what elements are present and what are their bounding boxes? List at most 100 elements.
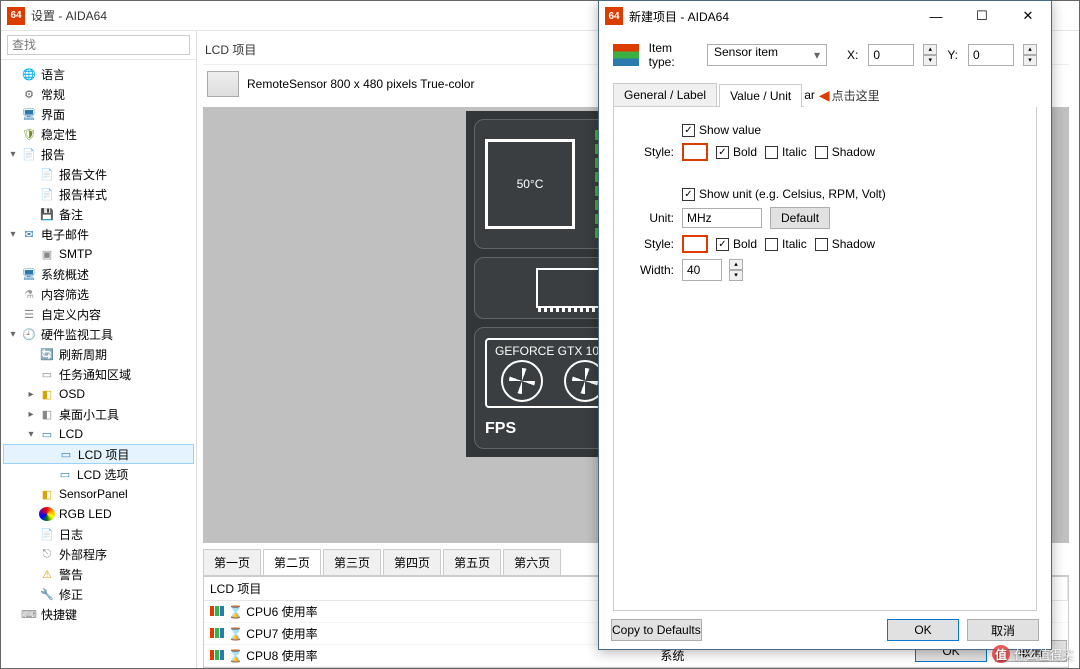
tree-label: SMTP [59,247,92,261]
tree-icon: ⚗ [21,287,37,301]
x-input[interactable] [868,44,914,66]
dialog-cancel-button[interactable]: 取消 [967,619,1039,641]
value-color-swatch[interactable] [682,143,708,161]
page-tab[interactable]: 第六页 [503,549,561,575]
tree-item[interactable]: ☰自定义内容 [3,304,194,324]
tree-label: 硬件监视工具 [41,326,113,343]
default-button[interactable]: Default [770,207,830,229]
tree-item[interactable]: ⚗ 内容筛选 [3,284,194,304]
tree-item[interactable]: ▾✉电子邮件 [3,224,194,244]
copy-defaults-button[interactable]: Copy to Defaults [611,619,702,641]
arrow-icon: ◀ [819,87,830,104]
tree-item[interactable]: 🌐语言 [3,64,194,84]
item-type-select[interactable]: Sensor item [707,44,827,66]
page-tab[interactable]: 第五页 [443,549,501,575]
tree-icon: 📄 [21,147,37,161]
width-input[interactable] [682,259,722,281]
y-spinner[interactable]: ▴▾ [1023,44,1037,66]
tree-icon: ▭ [39,427,55,441]
tree-icon [39,507,55,521]
tree-item[interactable]: 📄报告样式 [3,184,194,204]
page-tab[interactable]: 第一页 [203,549,261,575]
tree-item[interactable]: 🖥界面 [3,104,194,124]
show-unit-checkbox[interactable]: ✓Show unit (e.g. Celsius, RPM, Volt) [682,187,886,201]
tree-item[interactable]: ⚙常规 [3,84,194,104]
unit-input[interactable] [682,208,762,228]
tree-label: 报告 [41,146,65,163]
x-spinner[interactable]: ▴▾ [923,44,937,66]
tree-icon: ▣ [39,247,55,261]
sidebar: 🌐语言⚙常规🖥界面🛡稳定性▾📄报告📄报告文件📄报告样式💾备注▾✉电子邮件▣SMT… [1,31,197,668]
tree-item[interactable]: ⎋外部程序 [3,544,194,564]
tree-icon: ▭ [57,467,73,481]
tree-item[interactable]: ▭LCD 项目 [3,444,194,464]
tree-icon: 📄 [39,187,55,201]
y-input[interactable] [968,44,1014,66]
tree-icon: 🕘 [21,327,37,341]
tree-item[interactable]: ▭ LCD 选项 [3,464,194,484]
search-input[interactable] [7,35,190,55]
dialog-titlebar: 64 新建项目 - AIDA64 — ☐ ✕ [599,1,1051,31]
show-value-checkbox[interactable]: ✓Show value [682,123,761,137]
tree-icon: ⎋ [39,547,55,561]
page-tab[interactable]: 第四页 [383,549,441,575]
maximize-button[interactable]: ☐ [959,1,1005,31]
tree-icon: 🛡 [21,127,37,141]
dialog-tab[interactable]: Value / Unit [719,84,802,107]
tree-item[interactable]: 💾备注 [3,204,194,224]
page-tab[interactable]: 第三页 [323,549,381,575]
app-icon: 64 [605,7,623,25]
tree-icon: ✉ [21,227,37,241]
tree-item[interactable]: ⌨快捷键 [3,604,194,624]
tree-icon: ◧ [39,407,55,421]
tree-item[interactable]: ▾🕘硬件监视工具 [3,324,194,344]
unit-italic-checkbox[interactable]: Italic [765,237,807,251]
unit-bold-checkbox[interactable]: ✓Bold [716,237,757,251]
tree-icon: ◧ [39,487,55,501]
tree-label: 警告 [59,566,83,583]
tree-item[interactable]: 🔄刷新周期 [3,344,194,364]
tree-item[interactable]: ▾📄报告 [3,144,194,164]
tree-label: 任务通知区域 [59,366,131,383]
close-button[interactable]: ✕ [1005,1,1051,31]
tree-item[interactable]: ▸◧桌面小工具 [3,404,194,424]
tree-label: LCD 项目 [78,446,129,463]
settings-tree[interactable]: 🌐语言⚙常规🖥界面🛡稳定性▾📄报告📄报告文件📄报告样式💾备注▾✉电子邮件▣SMT… [1,60,196,668]
tree-label: 语言 [41,66,65,83]
tree-item[interactable]: 🖥系统概述 [3,264,194,284]
tree-item[interactable]: ▸◧OSD [3,384,194,404]
tree-label: 内容筛选 [41,286,89,303]
tree-item[interactable]: ⚠警告 [3,564,194,584]
unit-shadow-checkbox[interactable]: Shadow [815,237,875,251]
tree-item[interactable]: 🛡稳定性 [3,124,194,144]
tree-label: 电子邮件 [41,226,89,243]
tree-item[interactable]: RGB LED [3,504,194,524]
value-shadow-checkbox[interactable]: Shadow [815,145,875,159]
table-header[interactable]: LCD 项目 [204,577,654,601]
unit-color-swatch[interactable] [682,235,708,253]
tree-icon: ⌨ [21,607,37,621]
tree-icon: 💾 [39,207,55,221]
tree-item[interactable]: 🔧修正 [3,584,194,604]
tree-item[interactable]: ▣ SMTP [3,244,194,264]
new-item-dialog: 64 新建项目 - AIDA64 — ☐ ✕ Item type: Sensor… [598,0,1052,650]
value-bold-checkbox[interactable]: ✓Bold [716,145,757,159]
tree-item[interactable]: 📄报告文件 [3,164,194,184]
page-tab[interactable]: 第二页 [263,549,321,575]
tree-label: 系统概述 [41,266,89,283]
value-italic-checkbox[interactable]: Italic [765,145,807,159]
value-unit-panel: ✓Show value Style: ✓Bold Italic Shadow ✓… [613,107,1037,611]
tree-label: SensorPanel [59,487,128,501]
tree-item[interactable]: ◧ SensorPanel [3,484,194,504]
tree-label: LCD 选项 [77,466,128,483]
tree-label: RGB LED [59,507,112,521]
tree-item[interactable]: 📄日志 [3,524,194,544]
dialog-ok-button[interactable]: OK [887,619,959,641]
tree-item[interactable]: ▾▭LCD [3,424,194,444]
tree-icon: ◧ [39,387,55,401]
tree-item[interactable]: ▭任务通知区域 [3,364,194,384]
dialog-tab[interactable]: General / Label [613,83,717,106]
table-row[interactable]: 🔊 主音量系统504, 395 [204,667,1068,669]
width-spinner[interactable]: ▴▾ [729,259,743,281]
minimize-button[interactable]: — [913,1,959,31]
